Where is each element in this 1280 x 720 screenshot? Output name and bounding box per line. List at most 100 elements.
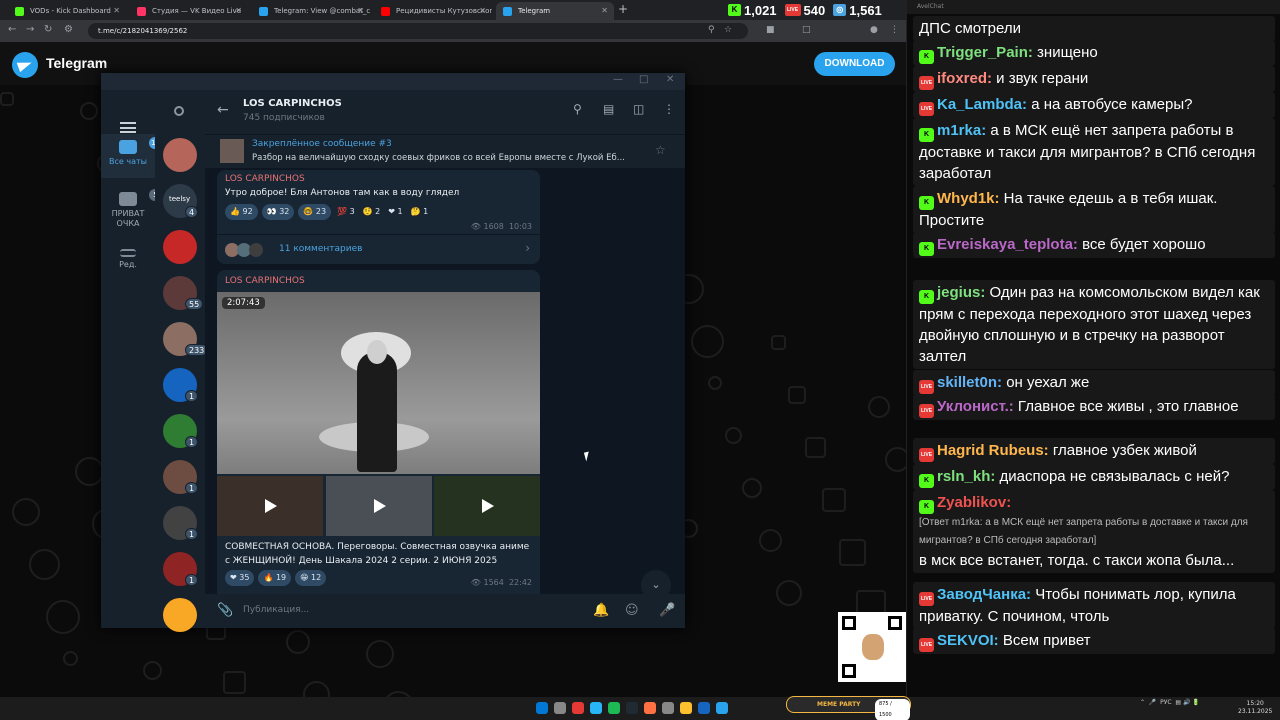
- chat-username[interactable]: Whyd1k:: [937, 190, 1000, 207]
- chat-avatar[interactable]: 1: [163, 460, 199, 494]
- chat-username[interactable]: ЗаводЧанка:: [937, 586, 1031, 603]
- folder-privat[interactable]: 5 ПРИВАТ ОЧКА: [101, 188, 162, 234]
- taskbar-app-icon[interactable]: [572, 702, 584, 714]
- browser-tab[interactable]: Рецидивисты Кутузовского пр...✕: [374, 2, 492, 20]
- download-button[interactable]: DOWNLOAD: [814, 52, 895, 76]
- attach-icon[interactable]: 📎: [217, 603, 233, 618]
- reaction-pill[interactable]: 💯 3: [335, 204, 357, 220]
- qr-corner: [842, 664, 856, 678]
- close-tab-icon[interactable]: ✕: [113, 2, 120, 20]
- chat-username[interactable]: skillet0n:: [937, 374, 1002, 391]
- chat-username[interactable]: SEKVOI:: [937, 632, 999, 649]
- reaction-pill[interactable]: 🤔 1: [409, 204, 431, 220]
- taskbar-app-icon[interactable]: [680, 702, 692, 714]
- search-icon[interactable]: ⚲: [573, 102, 582, 116]
- profile-icon[interactable]: ●: [870, 25, 878, 35]
- chat-avatar[interactable]: 55: [163, 276, 204, 310]
- reaction-pill[interactable]: ❤ 1: [386, 204, 404, 220]
- channel-name[interactable]: LOS CARPINCHOS: [243, 98, 342, 109]
- hamburger-menu-icon[interactable]: [120, 122, 136, 133]
- close-tab-icon[interactable]: ✕: [357, 2, 364, 20]
- bookmark-star-icon[interactable]: ☆: [724, 25, 732, 35]
- microphone-icon[interactable]: 🎤: [659, 603, 675, 618]
- taskbar-app-icon[interactable]: [554, 702, 566, 714]
- close-icon[interactable]: ✕: [666, 74, 674, 85]
- browser-tab[interactable]: VODs - Kick Dashboard ✕: [8, 2, 126, 20]
- chat-avatar[interactable]: [163, 138, 197, 172]
- chat-username[interactable]: ifoxred:: [937, 70, 992, 87]
- reaction-pill[interactable]: 👍 92: [225, 204, 258, 220]
- zoom-icon[interactable]: ⚲: [708, 25, 715, 35]
- chat-avatar[interactable]: [163, 230, 197, 264]
- windows-start-icon[interactable]: [536, 702, 548, 714]
- chat-avatar[interactable]: 233: [163, 322, 209, 356]
- taskbar-app-icon[interactable]: [698, 702, 710, 714]
- browser-tab[interactable]: Telegram ✕: [496, 2, 614, 20]
- maximize-icon[interactable]: □: [639, 74, 648, 85]
- more-options-icon[interactable]: ⋮: [663, 102, 675, 116]
- reaction-pill[interactable]: ❤ 35: [225, 570, 255, 586]
- reaction-pill[interactable]: 👀 32: [261, 204, 295, 220]
- post-author[interactable]: LOS CARPINCHOS: [225, 174, 305, 184]
- chat-username[interactable]: Уклонист.:: [937, 398, 1014, 415]
- new-tab-button[interactable]: +: [618, 2, 628, 16]
- minimize-icon[interactable]: —: [613, 74, 623, 85]
- post-author[interactable]: LOS CARPINCHOS: [225, 276, 305, 286]
- video-thumbnail[interactable]: [217, 476, 323, 536]
- language-indicator[interactable]: РУС: [1160, 699, 1171, 706]
- chat-username[interactable]: Hagrid Rubeus:: [937, 442, 1049, 459]
- video-thumbnail[interactable]: [434, 476, 540, 536]
- taskbar-app-icon[interactable]: [590, 702, 602, 714]
- chat-username[interactable]: Evreiskaya_teplota:: [937, 236, 1078, 253]
- comments-button[interactable]: 11 комментариев ›: [217, 234, 540, 264]
- message-input[interactable]: Публикация...: [243, 605, 309, 615]
- site-info-icon[interactable]: ⚙: [64, 24, 73, 35]
- chat-username[interactable]: Zyablikov:: [937, 494, 1011, 511]
- taskbar-app-icon[interactable]: [626, 702, 638, 714]
- chat-username[interactable]: jegius:: [937, 284, 985, 301]
- reaction-pill[interactable]: 😁 12: [295, 570, 327, 586]
- taskbar-app-icon[interactable]: [662, 702, 674, 714]
- video-thumbnail[interactable]: [326, 476, 432, 536]
- chat-username[interactable]: Trigger_Pain:: [937, 44, 1033, 61]
- comments-icon[interactable]: ▤: [603, 102, 614, 116]
- forward-icon[interactable]: →: [26, 24, 34, 35]
- taskbar-app-icon[interactable]: [716, 702, 728, 714]
- sidebar-toggle-icon[interactable]: ◫: [633, 102, 644, 116]
- taskbar-app-icon[interactable]: [608, 702, 620, 714]
- emoji-icon[interactable]: ☺: [625, 603, 639, 618]
- folder-edit[interactable]: Ред.: [101, 246, 155, 280]
- close-tab-icon[interactable]: ✕: [601, 2, 608, 20]
- taskbar-app-icon[interactable]: [644, 702, 656, 714]
- extensions-icon[interactable]: □: [802, 25, 811, 35]
- reaction-pill[interactable]: 🤨 2: [361, 204, 383, 220]
- back-arrow-icon[interactable]: ←: [217, 102, 229, 118]
- chat-avatar[interactable]: teelsy 4: [163, 184, 199, 218]
- chat-avatar[interactable]: [163, 598, 197, 632]
- chat-avatar[interactable]: 1: [163, 506, 199, 540]
- notification-bell-icon[interactable]: 🔔: [593, 603, 609, 618]
- folder-all-chats[interactable]: 12 Все чаты: [101, 134, 162, 178]
- video-player[interactable]: 2:07:43: [217, 292, 540, 474]
- chat-username[interactable]: rsln_kh:: [937, 468, 995, 485]
- browser-tab[interactable]: Telegram: View @combat_cyperpu✕: [252, 2, 370, 20]
- search-icon[interactable]: [174, 106, 184, 116]
- close-tab-icon[interactable]: ✕: [479, 2, 486, 20]
- back-icon[interactable]: ←: [8, 24, 16, 35]
- close-tab-icon[interactable]: ✕: [235, 2, 242, 20]
- chat-username[interactable]: Ka_Lambda:: [937, 96, 1027, 113]
- browser-tab[interactable]: Студия — VK Видео Live ✕: [130, 2, 248, 20]
- chat-avatar[interactable]: 1: [163, 414, 199, 448]
- pinned-message-bar[interactable]: Закреплённое сообщение #3 Разбор на вели…: [205, 134, 685, 168]
- extension-icon[interactable]: ■: [766, 25, 775, 35]
- reaction-pill[interactable]: 🤓 23: [298, 204, 332, 220]
- reaction-pill[interactable]: 🔥 19: [258, 570, 292, 586]
- unpin-icon[interactable]: ☆: [655, 143, 666, 157]
- chat-avatar[interactable]: 1: [163, 368, 199, 402]
- system-clock[interactable]: 15:20 23.11.2025: [1238, 700, 1272, 716]
- browser-menu-icon[interactable]: ⋮: [890, 25, 899, 35]
- url-input[interactable]: t.me/c/2182041369/2562: [88, 23, 748, 39]
- reload-icon[interactable]: ↻: [44, 24, 52, 35]
- chat-avatar[interactable]: 1: [163, 552, 199, 586]
- chat-username[interactable]: m1rka:: [937, 122, 986, 139]
